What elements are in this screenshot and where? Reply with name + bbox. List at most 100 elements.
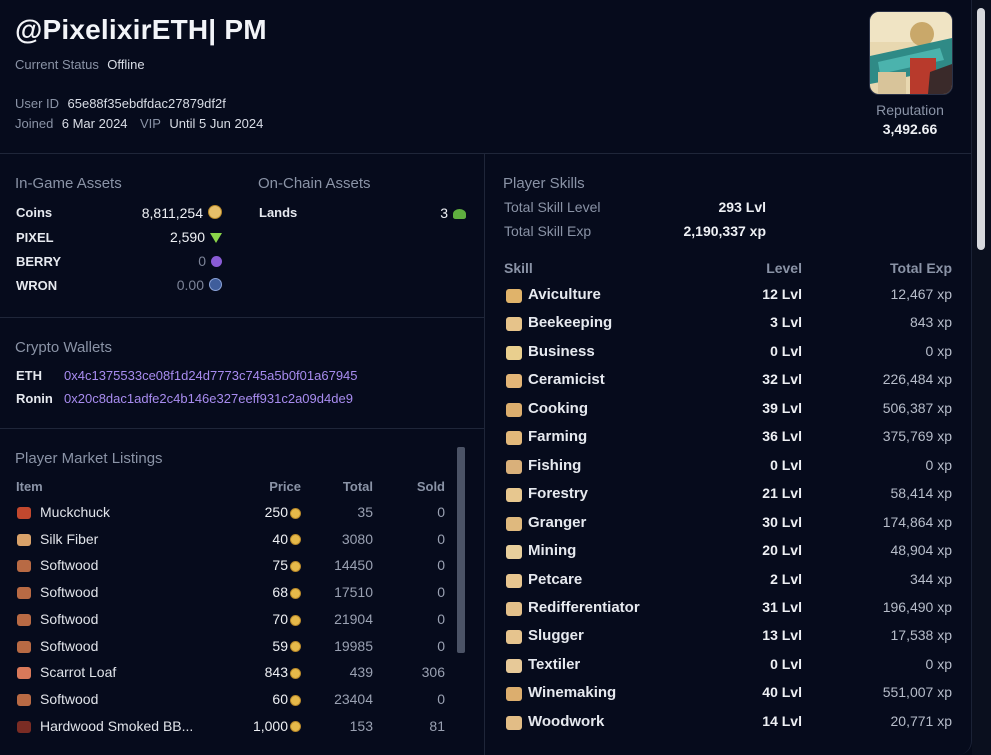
skill-exp: 843 xp xyxy=(909,314,952,331)
skill-level: 36 Lvl xyxy=(762,428,802,445)
coins-value-wrap: 8,811,254 xyxy=(110,205,222,221)
status-label: Current Status xyxy=(15,57,99,72)
total-skill-level-value: 293 Lvl xyxy=(718,199,766,215)
skill-row[interactable]: Petcare 2 Lvl 344 xp xyxy=(504,569,952,597)
skills-col-skill[interactable]: Skill xyxy=(504,260,533,276)
market-row[interactable]: Silk Fiber 40 3080 0 xyxy=(15,530,445,556)
skills-title: Player Skills xyxy=(503,175,585,192)
market-scrollbar[interactable] xyxy=(457,447,465,653)
market-row[interactable]: Muckchuck 250 35 0 xyxy=(15,503,445,529)
wron-label: WRON xyxy=(16,278,58,293)
page-scrollbar-thumb[interactable] xyxy=(977,8,985,250)
item-icon xyxy=(17,640,31,653)
skill-name: Forestry xyxy=(528,485,589,503)
item-sold: 0 xyxy=(437,530,445,547)
item-name: Muckchuck xyxy=(40,504,111,520)
chair-icon xyxy=(506,715,522,730)
user-id-row: User ID 65e88f35ebdfdac27879df2f xyxy=(15,95,226,113)
skill-row[interactable]: Granger 30 Lvl 174,864 xp xyxy=(504,512,952,540)
market-row[interactable]: Softwood 60 23404 0 xyxy=(15,690,445,716)
profile-card: @PixelixirETH| PM Current Status Offline… xyxy=(0,0,972,755)
column-divider xyxy=(484,153,485,755)
item-icon xyxy=(17,613,31,626)
skill-row[interactable]: Beekeeping 3 Lvl 843 xp xyxy=(504,312,952,340)
ronin-wallet-address[interactable]: 0x20c8dac1adfe2c4b146e327eeff931c2a09d4d… xyxy=(64,391,353,406)
briefcase-icon xyxy=(506,345,522,360)
total-skill-exp-label: Total Skill Exp xyxy=(504,223,592,239)
skill-row[interactable]: Textiler 0 Lvl 0 xp xyxy=(504,654,952,682)
skill-row[interactable]: Mining 20 Lvl 48,904 xp xyxy=(504,540,952,568)
item-total: 439 xyxy=(349,664,373,681)
market-row[interactable]: Scarrot Loaf 843 439 306 xyxy=(15,663,445,689)
skill-row[interactable]: Woodwork 14 Lvl 20,771 xp xyxy=(504,711,952,739)
joined-label: Joined xyxy=(15,116,54,131)
skill-row[interactable]: Winemaking 40 Lvl 551,007 xp xyxy=(504,682,952,710)
skill-name: Aviculture xyxy=(528,286,601,303)
bird-icon xyxy=(506,289,522,303)
skill-exp: 344 xp xyxy=(909,570,952,587)
skills-col-level[interactable]: Level xyxy=(724,260,802,276)
item-total: 3080 xyxy=(341,530,373,547)
skill-row[interactable]: Fishing 0 Lvl 0 xp xyxy=(504,455,952,483)
market-row[interactable]: Softwood 75 14450 0 xyxy=(15,556,445,582)
avatar-image xyxy=(870,12,952,94)
market-row[interactable]: Softwood 59 19985 0 xyxy=(15,637,445,663)
skill-name: Woodwork xyxy=(528,712,605,730)
skill-name: Textiler xyxy=(528,655,581,673)
reputation-label: Reputation xyxy=(876,102,944,118)
skill-exp: 48,904 xp xyxy=(890,542,953,559)
skill-level: 3 Lvl xyxy=(770,314,802,331)
reputation-value: 3,492.66 xyxy=(882,121,938,137)
assets-divider xyxy=(0,317,484,318)
farm-icon xyxy=(506,431,522,446)
skill-exp: 20,771 xp xyxy=(890,712,953,729)
market-col-price[interactable]: Price xyxy=(250,479,301,494)
item-icon xyxy=(17,587,31,600)
status-row: Current Status Offline xyxy=(15,56,145,74)
skill-row[interactable]: Forestry 21 Lvl 58,414 xp xyxy=(504,483,952,511)
skill-exp: 226,484 xp xyxy=(882,371,952,388)
skill-row[interactable]: Aviculture 12 Lvl 12,467 xp xyxy=(504,284,952,312)
wallets-title: Crypto Wallets xyxy=(15,339,112,356)
skill-row[interactable]: Business 0 Lvl 0 xp xyxy=(504,341,952,369)
item-sold: 0 xyxy=(437,557,445,574)
skill-row[interactable]: Ceramicist 32 Lvl 226,484 xp xyxy=(504,369,952,397)
item-total: 14450 xyxy=(334,557,373,574)
item-price: 1,000 xyxy=(252,717,288,734)
skill-exp: 196,490 xp xyxy=(882,598,952,615)
item-name: Softwood xyxy=(40,557,99,574)
skill-name: Ceramicist xyxy=(528,371,605,389)
market-row[interactable]: Softwood 68 17510 0 xyxy=(15,583,445,609)
market-row[interactable]: Hardwood Smoked BB... 1,000 153 81 xyxy=(15,717,445,743)
market-col-total[interactable]: Total xyxy=(313,479,373,494)
coin-icon xyxy=(208,205,222,219)
skill-level: 20 Lvl xyxy=(762,542,802,559)
user-id-value[interactable]: 65e88f35ebdfdac27879df2f xyxy=(68,96,226,111)
market-row[interactable]: Softwood 70 21904 0 xyxy=(15,610,445,636)
item-sold: 0 xyxy=(437,504,445,520)
skill-level: 12 Lvl xyxy=(762,286,802,302)
tree-icon xyxy=(453,209,466,219)
coins-label: Coins xyxy=(16,205,53,220)
eth-wallet-address[interactable]: 0x4c1375533ce08f1d24d7773c745a5b0f01a679… xyxy=(64,368,358,383)
skills-col-exp[interactable]: Total Exp xyxy=(852,260,952,276)
lands-value-wrap: 3 xyxy=(380,205,466,221)
skill-level: 21 Lvl xyxy=(762,485,802,502)
berry-value: 0 xyxy=(198,253,206,269)
skill-row[interactable]: Redifferentiator 31 Lvl 196,490 xp xyxy=(504,597,952,625)
market-col-item[interactable]: Item xyxy=(16,479,43,494)
skill-level: 14 Lvl xyxy=(762,712,802,729)
skill-level: 40 Lvl xyxy=(762,684,802,701)
skill-exp: 174,864 xp xyxy=(882,513,952,530)
fish-icon xyxy=(506,459,522,474)
skill-name: Beekeeping xyxy=(528,314,613,332)
skill-exp: 506,387 xp xyxy=(882,399,952,416)
skill-row[interactable]: Slugger 13 Lvl 17,538 xp xyxy=(504,625,952,653)
item-total: 153 xyxy=(349,717,373,734)
item-total: 23404 xyxy=(334,690,373,707)
pickaxe-icon xyxy=(506,545,522,560)
skill-row[interactable]: Cooking 39 Lvl 506,387 xp xyxy=(504,398,952,426)
market-col-sold[interactable]: Sold xyxy=(385,479,445,494)
skill-level: 0 Lvl xyxy=(770,655,802,672)
skill-row[interactable]: Farming 36 Lvl 375,769 xp xyxy=(504,426,952,454)
